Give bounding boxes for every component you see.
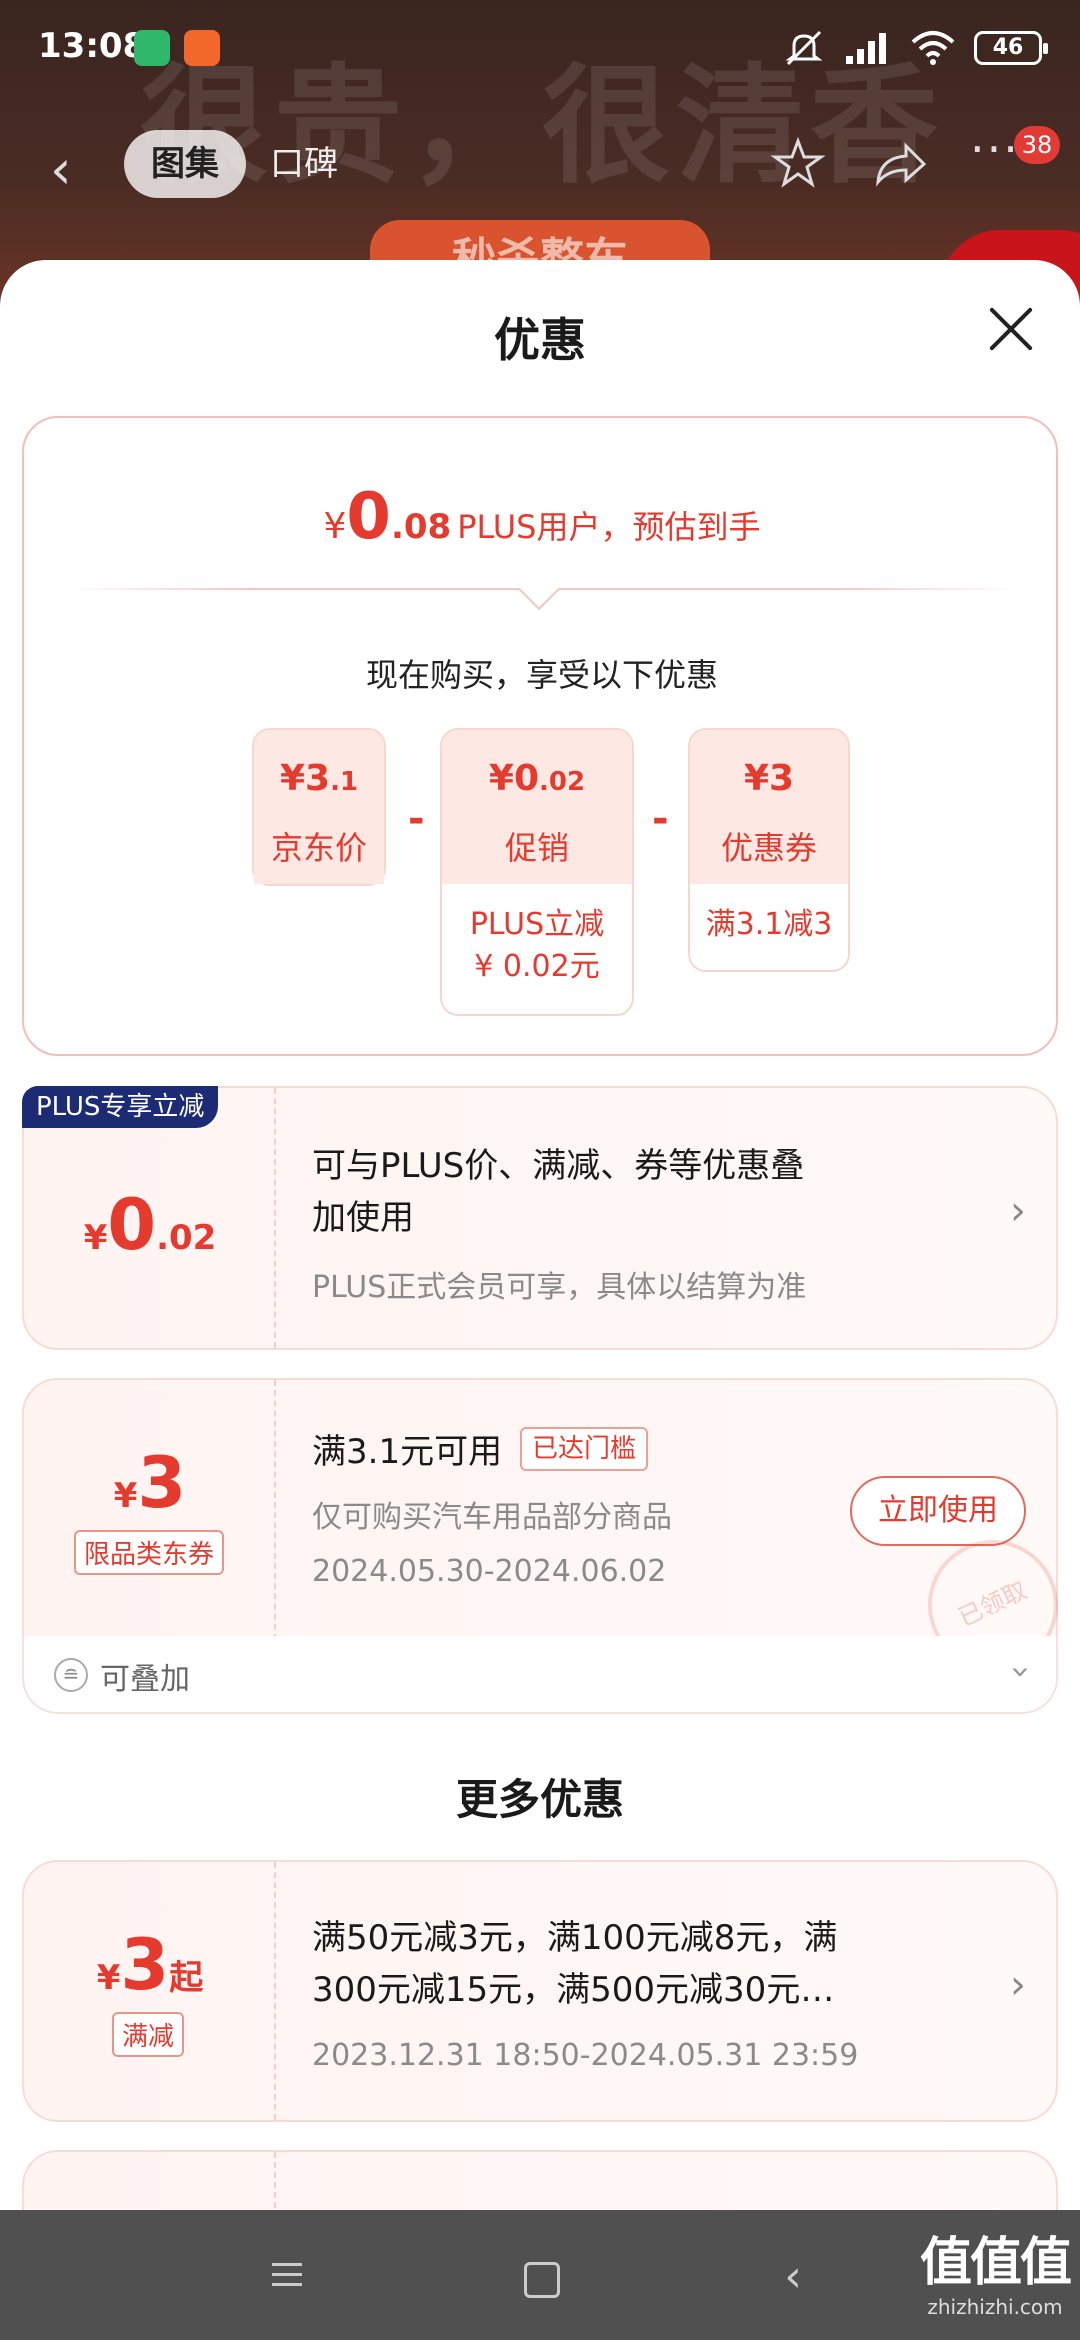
- close-icon[interactable]: [988, 306, 1034, 352]
- stackable-label: 可叠加: [100, 1662, 190, 1697]
- currency-symbol: ¥: [323, 506, 347, 547]
- mute-bell-icon: [785, 30, 823, 66]
- category-coupon-tag: 限品类东券: [74, 1530, 225, 1575]
- promo-value: ¥0: [488, 758, 540, 799]
- coupon-threshold: 满3.1元可用: [312, 1432, 503, 1472]
- full-reduction-amount: ¥3起: [96, 1924, 204, 2006]
- use-now-button[interactable]: 立即使用: [850, 1476, 1026, 1546]
- estimated-price: ¥0.08 PLUS用户，预估到手: [24, 480, 1060, 554]
- system-navigation-bar: ‹: [0, 2210, 1080, 2340]
- plus-exclusive-badge: PLUS专享立减: [22, 1086, 219, 1128]
- category-coupon-amount: ¥3: [113, 1442, 187, 1524]
- coupon-detail: 满3.1减3: [705, 907, 833, 942]
- app-notification-icon: [134, 30, 170, 66]
- chevron-right-icon[interactable]: ›: [1010, 1962, 1026, 2008]
- more-icon[interactable]: ···: [970, 122, 1020, 176]
- message-count-badge: 38: [1014, 126, 1060, 164]
- recent-apps-icon[interactable]: [262, 2256, 312, 2306]
- tab-reviews[interactable]: 口碑: [270, 130, 338, 198]
- signal-icon: [846, 33, 886, 64]
- battery-icon: 46: [974, 31, 1048, 65]
- jd-price-box: ¥3.1 京东价: [252, 728, 386, 886]
- promo-box: ¥0.02 促销 PLUS立减 ¥ 0.02元: [440, 728, 634, 1016]
- now-buy-caption: 现在购买，享受以下优惠: [365, 656, 718, 694]
- tab-gallery[interactable]: 图集: [124, 130, 246, 198]
- wifi-icon: [911, 31, 955, 65]
- watermark-logo: 值值值 zhizhizhi.com: [920, 2233, 1072, 2319]
- promo-label: 促销: [504, 829, 569, 867]
- product-top-nav: ‹ 图集 口碑 ··· 38: [0, 120, 1080, 210]
- plus-discount-note: PLUS正式会员可享，具体以结算为准: [312, 1270, 807, 1305]
- status-icons: 46: [782, 28, 1048, 68]
- jd-price-label: 京东价: [270, 829, 367, 867]
- sheet-title: 优惠: [494, 313, 586, 367]
- jd-price-decimal: .1: [330, 767, 359, 797]
- app-notification-icon: [184, 30, 220, 66]
- coupon-scope: 仅可购买汽车用品部分商品: [312, 1500, 672, 1535]
- full-reduction-validity: 2023.12.31 18:50-2024.05.31 23:59: [312, 2038, 859, 2073]
- back-nav-icon[interactable]: ‹: [768, 2252, 818, 2302]
- promo-detail-amount: ¥ 0.02元: [474, 949, 600, 984]
- price-summary-card: ¥0.08 PLUS用户，预估到手 现在购买，享受以下优惠 ¥3.1 京东价 - …: [22, 416, 1058, 1056]
- threshold-reached-badge: 已达门槛: [520, 1427, 649, 1471]
- promo-decimal: .02: [539, 767, 586, 797]
- divider-notch: [517, 567, 561, 611]
- coupon-validity: 2024.05.30-2024.06.02: [312, 1554, 667, 1589]
- full-reduction-description: 满50元减3元，满100元减8元，满 300元减15元，满500元减30元…: [312, 1918, 838, 2010]
- full-reduction-tag: 满减: [112, 2012, 185, 2057]
- stack-icon: ≘: [54, 1658, 88, 1692]
- chevron-down-icon[interactable]: ›: [1001, 1665, 1041, 1679]
- back-icon[interactable]: ‹: [50, 138, 72, 201]
- favorite-star-icon[interactable]: [770, 136, 826, 192]
- coupon-box: ¥3 优惠券 满3.1减3: [688, 728, 850, 972]
- plus-discount-amount: ¥0.02: [83, 1184, 217, 1266]
- status-bar: 13:08 46: [0, 0, 1080, 96]
- more-discounts-title: 更多优惠: [455, 1775, 624, 1824]
- minus-sign: -: [652, 796, 669, 842]
- promo-detail: PLUS立减: [469, 907, 605, 942]
- chevron-right-icon[interactable]: ›: [1010, 1188, 1026, 1234]
- status-time: 13:08: [38, 26, 147, 66]
- stackable-row[interactable]: ≘ 可叠加 ›: [22, 1636, 1058, 1714]
- jd-price-value: ¥3: [279, 758, 331, 799]
- coupon-label: 优惠券: [720, 829, 817, 867]
- price-integer: 0: [346, 480, 391, 554]
- price-label: PLUS用户，预估到手: [457, 508, 761, 546]
- coupon-value: ¥3: [743, 758, 795, 799]
- share-icon[interactable]: [872, 138, 928, 190]
- full-reduction-card[interactable]: ¥3起 满减 满50元减3元，满100元减8元，满 300元减15元，满500元…: [22, 1860, 1058, 2122]
- home-icon[interactable]: [514, 2252, 564, 2302]
- minus-sign: -: [408, 796, 425, 842]
- price-decimal: .08: [390, 507, 452, 547]
- plus-discount-description: 可与PLUS价、满减、券等优惠叠 加使用: [312, 1146, 805, 1238]
